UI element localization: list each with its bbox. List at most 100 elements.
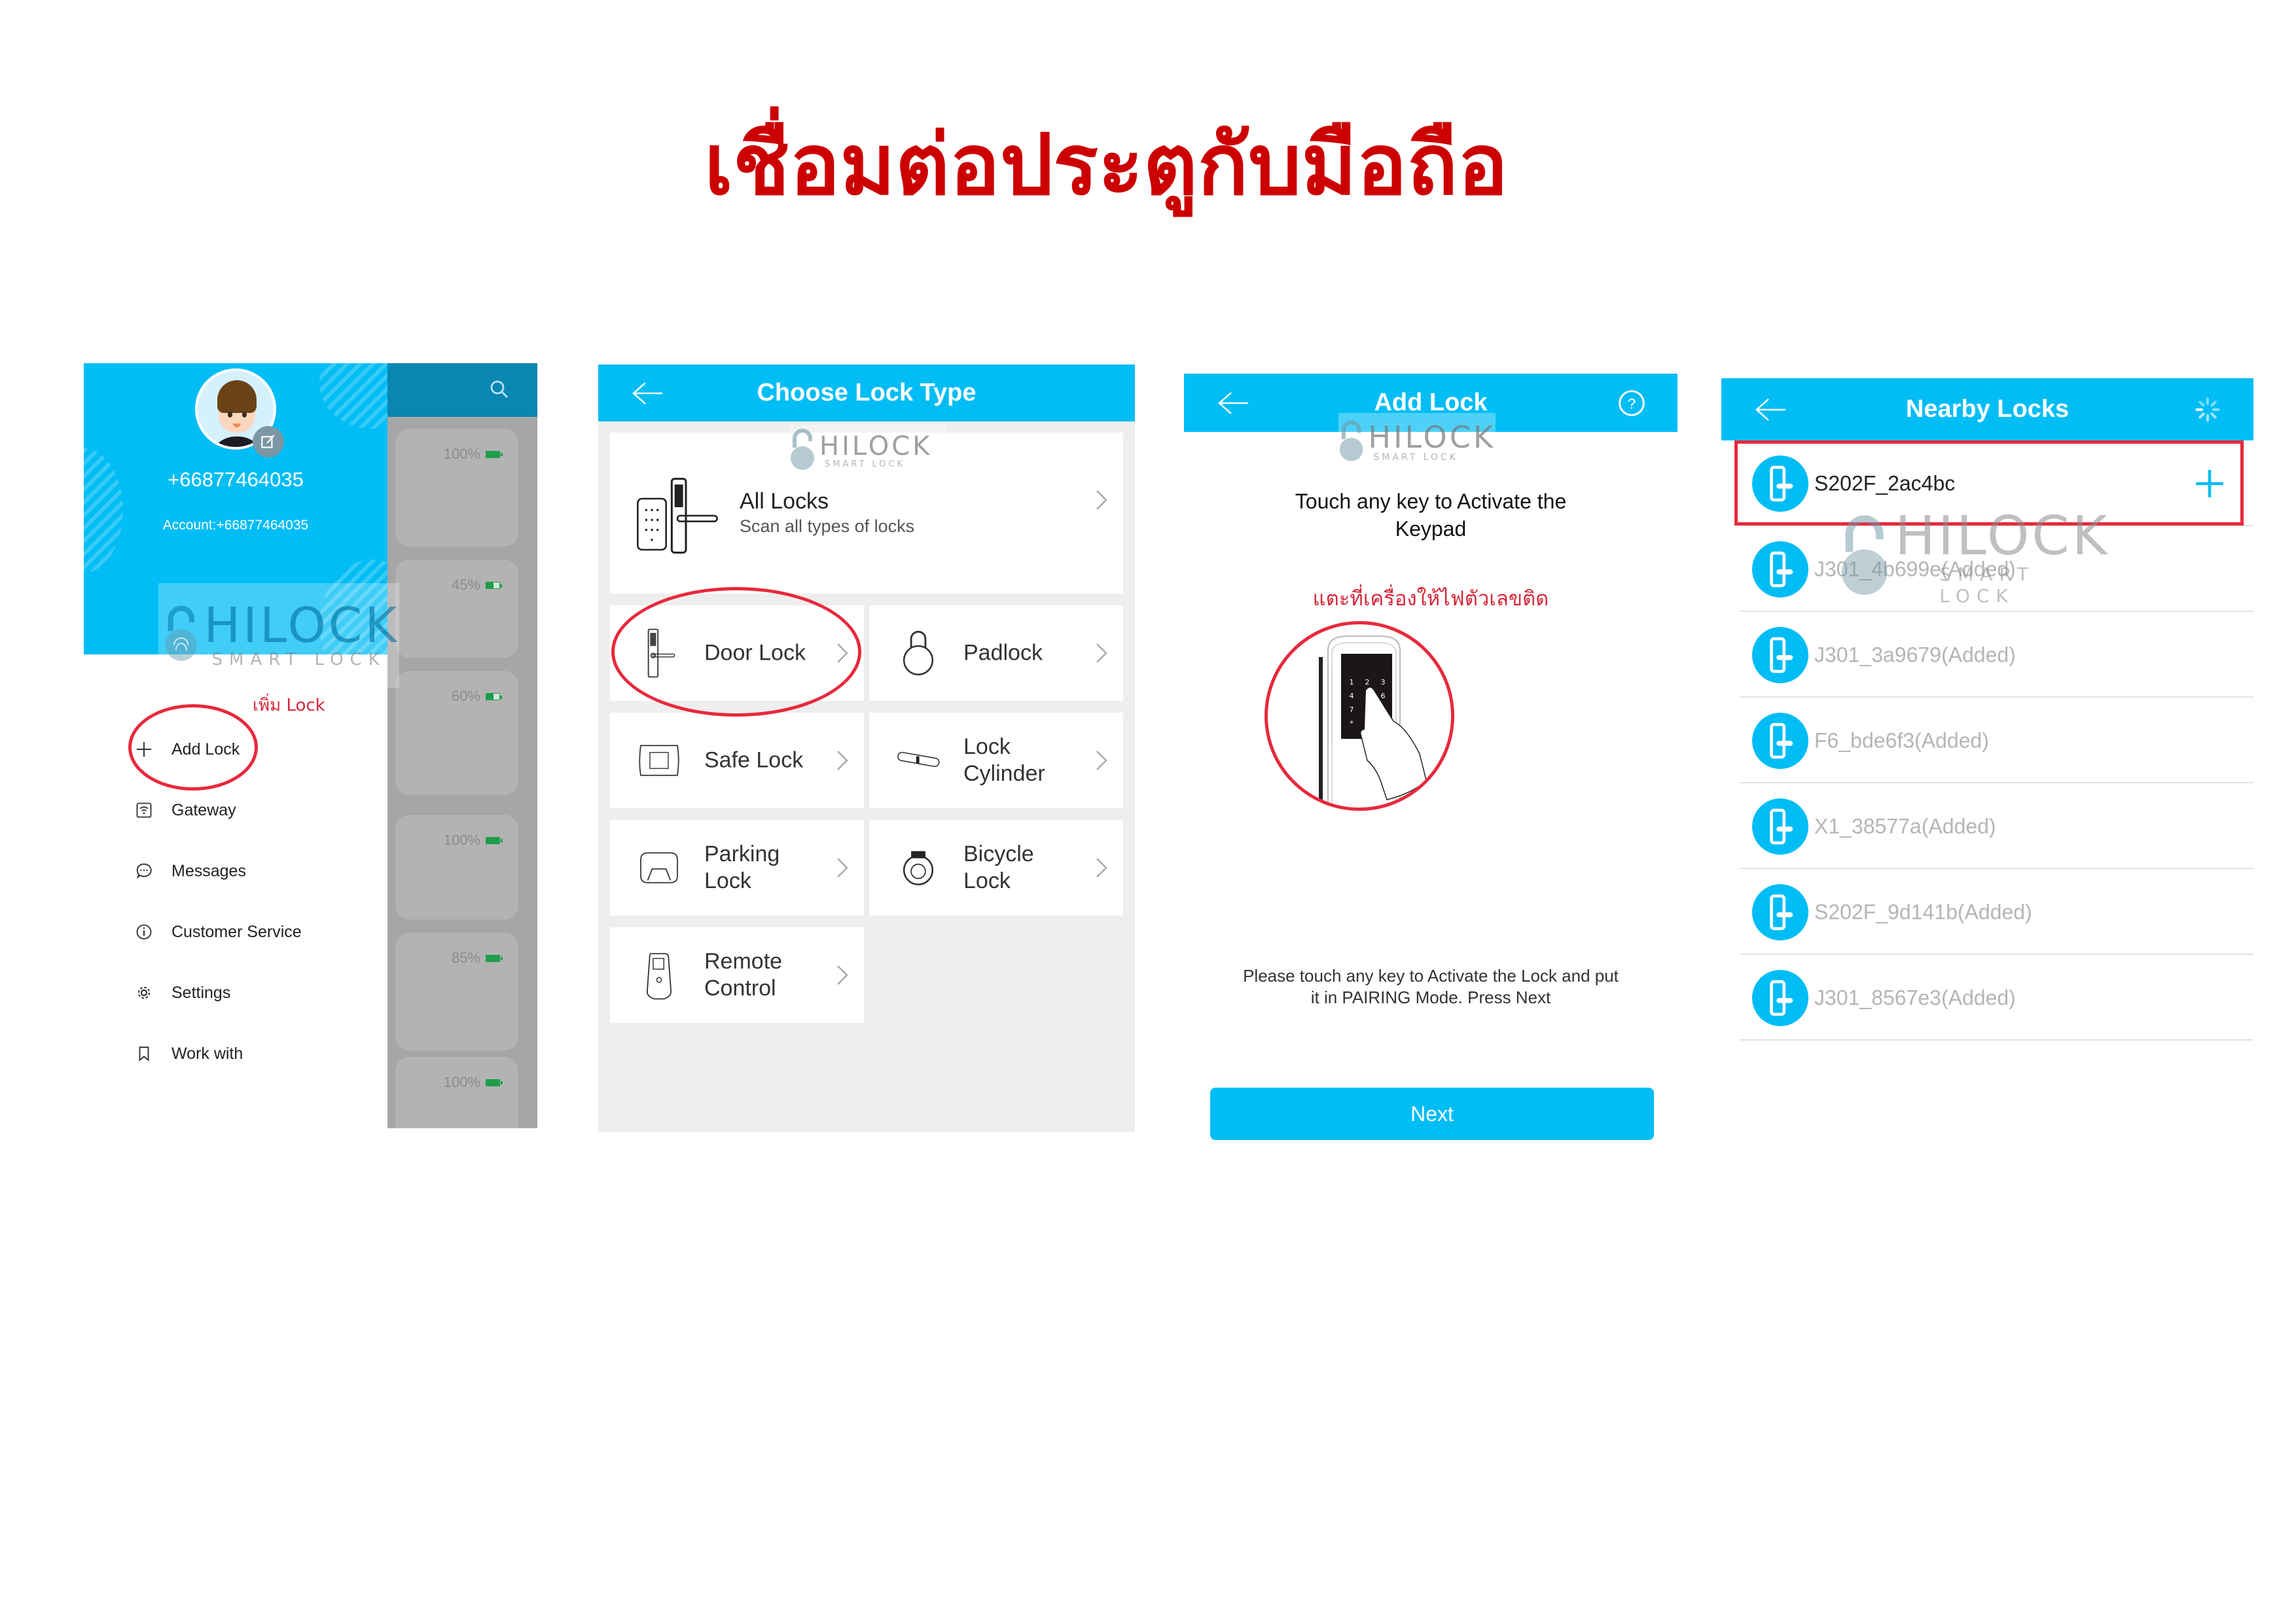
menu-item-settings[interactable]: Settings: [84, 973, 387, 1012]
chevron-right-icon: [1096, 858, 1107, 878]
pairing-description: Please touch any key to Activate the Loc…: [1243, 966, 1619, 1007]
door-lock-icon: [1752, 712, 1808, 769]
lock-type-parking-lock[interactable]: Parking Lock: [610, 820, 864, 916]
lock-name: J301_4b699e(Added): [1814, 557, 2016, 580]
keypad-key: 7: [1350, 705, 1354, 714]
battery-status: 85%: [451, 950, 503, 967]
menu-item-messages[interactable]: Messages: [84, 851, 387, 891]
lock-type-safe-lock[interactable]: Safe Lock: [610, 713, 864, 808]
door-lock-icon: [1752, 883, 1808, 940]
decor-stripes: [84, 448, 123, 573]
battery-icon: [486, 954, 503, 962]
highlight-circle: [611, 587, 861, 717]
battery-status: 60%: [452, 688, 502, 705]
nearby-lock-row[interactable]: J301_8567e3(Added): [1721, 955, 2253, 1041]
lock-type-label: Lock Cylinder: [963, 734, 1045, 786]
menu-item-work-with[interactable]: Work with: [84, 1034, 387, 1073]
lock-card: 100%: [395, 429, 518, 546]
back-arrow-icon[interactable]: [1215, 390, 1249, 416]
battery-status: 45%: [451, 577, 502, 594]
keypad-key: 2: [1365, 678, 1370, 687]
help-icon[interactable]: ?: [1617, 389, 1646, 418]
svg-text:?: ?: [1628, 395, 1636, 412]
gear-icon: [134, 982, 154, 1003]
battery-icon: [486, 692, 502, 700]
search-icon[interactable]: [488, 378, 511, 401]
lock-type-lock-cylinder[interactable]: Lock Cylinder: [869, 713, 1123, 808]
info-icon: [134, 921, 154, 942]
nearby-lock-row[interactable]: J301_4b699e(Added): [1721, 526, 2253, 612]
app-bar: Choose Lock Type: [598, 365, 1135, 421]
nearby-lock-row[interactable]: S202F_9d141b(Added): [1721, 869, 2253, 955]
chevron-right-icon: [1096, 751, 1107, 770]
keypad-key: 4: [1350, 692, 1354, 700]
lock-type-remote-control[interactable]: Remote Control: [610, 927, 864, 1023]
profile-header: +66877464035 Account:+66877464035: [84, 363, 387, 654]
battery-icon: [486, 1079, 503, 1086]
parking-lock-icon: [636, 842, 682, 894]
keypad-key: *: [1350, 719, 1354, 728]
lock-type-label: Bicycle Lock: [963, 842, 1034, 893]
lock-type-bicycle-lock[interactable]: Bicycle Lock: [869, 820, 1123, 916]
lock-type-padlock[interactable]: Padlock: [869, 605, 1123, 701]
lock-card: 100%: [395, 1057, 518, 1128]
row-divider: [1740, 1039, 2253, 1041]
battery-percent: 100%: [443, 832, 480, 848]
instruction-text: Touch any key to Activate the Keypad: [1295, 490, 1567, 541]
decor-stripes: [319, 560, 387, 654]
page-title: เชื่อมต่อประตูกับมือถือ: [704, 116, 1509, 214]
user-account: Account:+66877464035: [162, 518, 309, 533]
keypad-key: 3: [1381, 678, 1386, 687]
all-locks-option[interactable]: All Locks Scan all types of locks: [610, 433, 1123, 594]
battery-percent: 45%: [451, 577, 480, 593]
step4-nearby-locks-screen: Nearby Locks S202F_2ac4bc J301_4b699e(Add…: [1721, 378, 2253, 1098]
remote-control-icon: [636, 949, 682, 1001]
loading-spinner-icon: [2195, 397, 2220, 422]
home-header: [387, 363, 537, 417]
bicycle-lock-icon: [895, 842, 941, 894]
battery-percent: 100%: [443, 1074, 480, 1090]
lock-type-label: Padlock: [963, 640, 1043, 666]
chevron-right-icon: [1096, 643, 1107, 663]
chevron-right-icon: [837, 858, 848, 878]
back-arrow-icon[interactable]: [1753, 397, 1787, 423]
menu-label: Work with: [171, 1044, 243, 1063]
decor-stripes: [319, 363, 387, 429]
screen-title: Add Lock: [1374, 389, 1488, 416]
add-lock-annotation: เพิ่ม Lock: [253, 696, 325, 715]
step2-choose-lock-type-screen: Choose Lock Type All Locks Scan all type…: [598, 365, 1135, 1132]
lock-list-background: 100% 45% 60% 100% 85% 100%: [387, 363, 537, 1128]
nearby-lock-row[interactable]: F6_bde6f3(Added): [1721, 698, 2253, 783]
menu-label: Settings: [171, 983, 231, 1002]
back-arrow-icon[interactable]: [630, 380, 664, 406]
nearby-lock-row[interactable]: X1_38577a(Added): [1721, 783, 2253, 869]
edit-profile-icon[interactable]: [253, 426, 284, 457]
battery-percent: 85%: [451, 950, 480, 966]
menu-item-gateway[interactable]: Gateway: [84, 791, 387, 830]
next-button[interactable]: Next: [1210, 1088, 1654, 1140]
battery-status: 100%: [444, 446, 503, 463]
menu-label: Customer Service: [171, 922, 302, 941]
app-bar: Nearby Locks: [1721, 378, 2253, 440]
highlight-box: [1734, 440, 2244, 526]
lock-name: S202F_9d141b(Added): [1814, 900, 2032, 923]
keypad-key: 6: [1381, 692, 1386, 700]
thai-hint-annotation: แตะที่เครื่องให้ไฟตัวเลขติด: [1312, 587, 1549, 611]
lock-name: J301_8567e3(Added): [1814, 986, 2016, 1009]
lock-type-label: Safe Lock: [704, 747, 804, 773]
battery-icon: [486, 450, 503, 458]
nearby-lock-row[interactable]: J301_3a9679(Added): [1721, 612, 2253, 698]
chevron-right-icon: [837, 965, 848, 985]
battery-status: 100%: [443, 1074, 503, 1091]
screen-title: Choose Lock Type: [757, 379, 977, 406]
all-locks-subtitle: Scan all types of locks: [740, 516, 915, 536]
step3-add-lock-screen: Add Lock ? HILOCK SMART LOCK Touch any k…: [1184, 374, 1677, 1146]
battery-status: 100%: [443, 832, 503, 849]
menu-label: Gateway: [171, 800, 236, 819]
step1-side-drawer-screen: 100% 45% 60% 100% 85% 100% +66877464035 Accou…: [84, 363, 537, 1128]
safe-lock-icon: [636, 734, 682, 787]
app-bar: Add Lock ?: [1184, 374, 1677, 432]
lock-card: 100%: [395, 815, 518, 919]
menu-item-customer-service[interactable]: Customer Service: [84, 912, 387, 952]
lock-cylinder-icon: [895, 734, 941, 787]
